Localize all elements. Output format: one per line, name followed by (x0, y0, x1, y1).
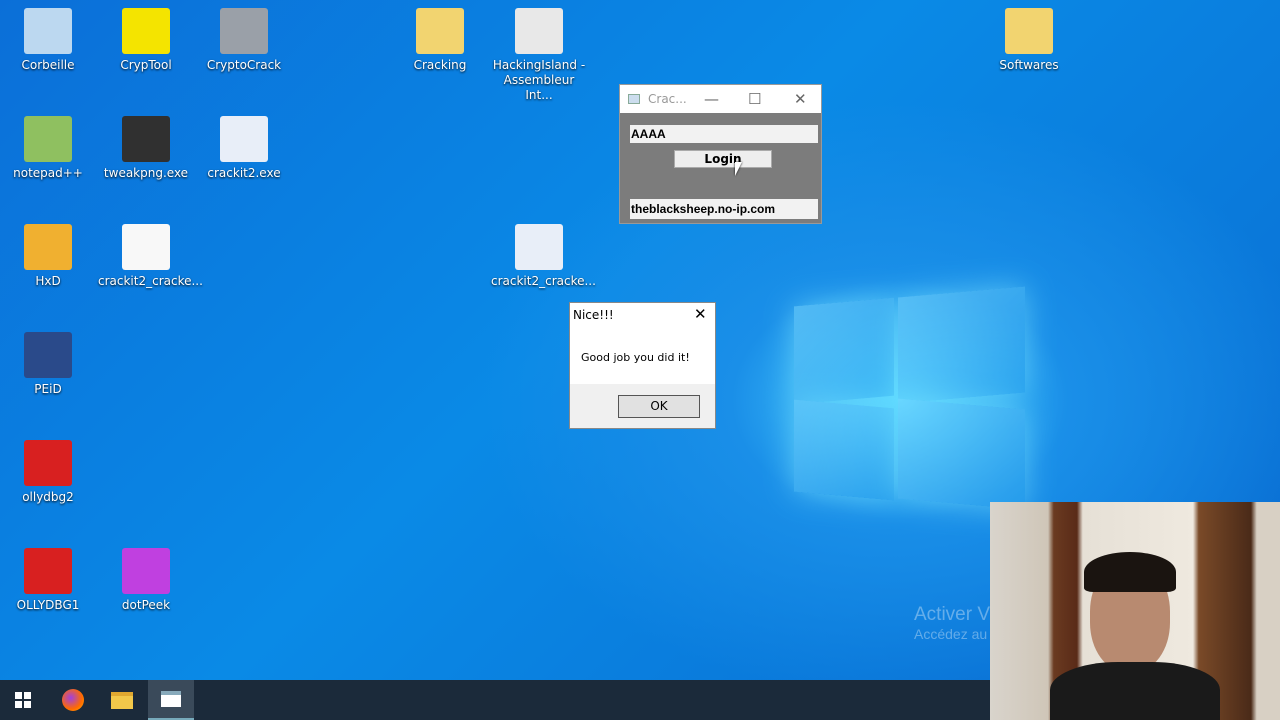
webcam-overlay (990, 502, 1280, 720)
app-icon (515, 8, 563, 54)
desktop-icon[interactable]: notepad++ (0, 116, 96, 181)
desktop-icon-label: ollydbg2 (22, 490, 74, 504)
desktop-icon[interactable]: dotPeek (98, 548, 194, 613)
desktop-icon[interactable]: tweakpng.exe (98, 116, 194, 181)
windows-logo-wallpaper (794, 284, 1025, 510)
app-icon (24, 8, 72, 54)
app-icon (24, 548, 72, 594)
app-window-icon (161, 691, 181, 707)
mouse-cursor-icon (735, 162, 742, 176)
desktop-icon-label: HackingIsland - Assembleur Int... (492, 58, 586, 102)
desktop-icon[interactable]: OLLYDBG1 (0, 548, 96, 613)
close-button[interactable]: ✕ (794, 90, 807, 108)
crackit-window: Crac... — ☐ ✕ AAAA Login theblacksheep.n… (619, 84, 822, 224)
desktop-icon-label: crackit2_cracke... (98, 274, 203, 288)
desktop-icon-label: Corbeille (21, 58, 75, 72)
minimize-button[interactable]: — (704, 90, 719, 108)
app-icon (122, 116, 170, 162)
app-icon (122, 8, 170, 54)
dialog-title: Nice!!! (573, 308, 614, 322)
desktop-icon-label: Cracking (413, 58, 467, 72)
desktop-icon-label: crackit2_cracke... (491, 274, 596, 288)
desktop-icon[interactable]: crackit2.exe (196, 116, 292, 181)
start-button[interactable] (0, 680, 46, 720)
desktop-icon[interactable]: CryptoCrack (196, 8, 292, 73)
login-button[interactable]: Login (674, 150, 772, 168)
desktop-icon-label: Softwares (999, 58, 1059, 72)
app-icon (220, 8, 268, 54)
app-icon (24, 332, 72, 378)
desktop-icon[interactable]: Corbeille (0, 8, 96, 73)
app-icon (24, 116, 72, 162)
desktop-icon-label: notepad++ (13, 166, 83, 180)
app-icon (416, 8, 464, 54)
desktop-icon[interactable]: PEiD (0, 332, 96, 397)
desktop-icon[interactable]: crackit2_cracke... (98, 224, 203, 289)
desktop-icon-label: PEiD (34, 382, 62, 396)
firefox-taskbar-button[interactable] (50, 680, 96, 720)
app-icon (24, 224, 72, 270)
desktop-icon-label: tweakpng.exe (103, 166, 189, 180)
desktop-icon-label: CryptoCrack (206, 58, 282, 72)
firefox-icon (62, 689, 84, 711)
desktop-icon[interactable]: CrypTool (98, 8, 194, 73)
desktop-icon[interactable]: HackingIsland - Assembleur Int... (491, 8, 587, 103)
close-icon[interactable]: ✕ (694, 305, 707, 323)
app-icon (1005, 8, 1053, 54)
windows-start-icon (15, 692, 31, 708)
app-icon (24, 440, 72, 486)
window-title: Crac... (648, 92, 687, 106)
desktop-icon[interactable]: Softwares (981, 8, 1077, 73)
activation-watermark: Activer V Accédez au (914, 604, 991, 642)
desktop-icon-label: dotPeek (121, 598, 171, 612)
message-dialog: Nice!!! ✕ Good job you did it! OK (569, 302, 716, 429)
ok-button[interactable]: OK (618, 395, 700, 418)
app-icon (122, 548, 170, 594)
app-icon (515, 224, 563, 270)
desktop-icon-label: OLLYDBG1 (16, 598, 80, 612)
url-field[interactable]: theblacksheep.no-ip.com (630, 199, 818, 219)
desktop-icon[interactable]: crackit2_cracke... (491, 224, 596, 289)
folder-icon (111, 691, 133, 709)
crackit-taskbar-button[interactable] (148, 680, 194, 720)
desktop-icon-label: crackit2.exe (207, 166, 281, 180)
file-explorer-taskbar-button[interactable] (99, 680, 145, 720)
dialog-message: Good job you did it! (581, 351, 690, 364)
app-icon (628, 94, 640, 104)
crackit-titlebar[interactable]: Crac... — ☐ ✕ (620, 85, 821, 113)
desktop-icon[interactable]: HxD (0, 224, 96, 289)
desktop-icon[interactable]: ollydbg2 (0, 440, 96, 505)
maximize-button[interactable]: ☐ (748, 90, 761, 108)
app-icon (122, 224, 170, 270)
desktop-icon-label: HxD (35, 274, 61, 288)
desktop-icon[interactable]: Cracking (392, 8, 488, 73)
serial-input[interactable]: AAAA (630, 125, 818, 143)
app-icon (220, 116, 268, 162)
desktop-icon-label: CrypTool (120, 58, 172, 72)
